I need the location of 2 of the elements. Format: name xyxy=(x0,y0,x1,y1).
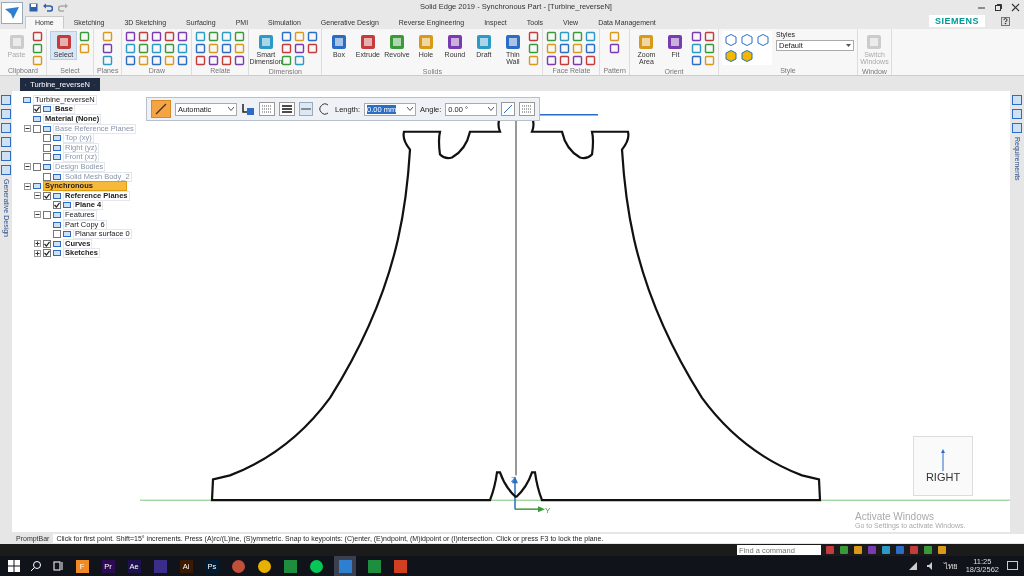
activation-title: Activate Windows xyxy=(855,511,935,522)
brand-logo: SIEMENS xyxy=(929,15,985,27)
